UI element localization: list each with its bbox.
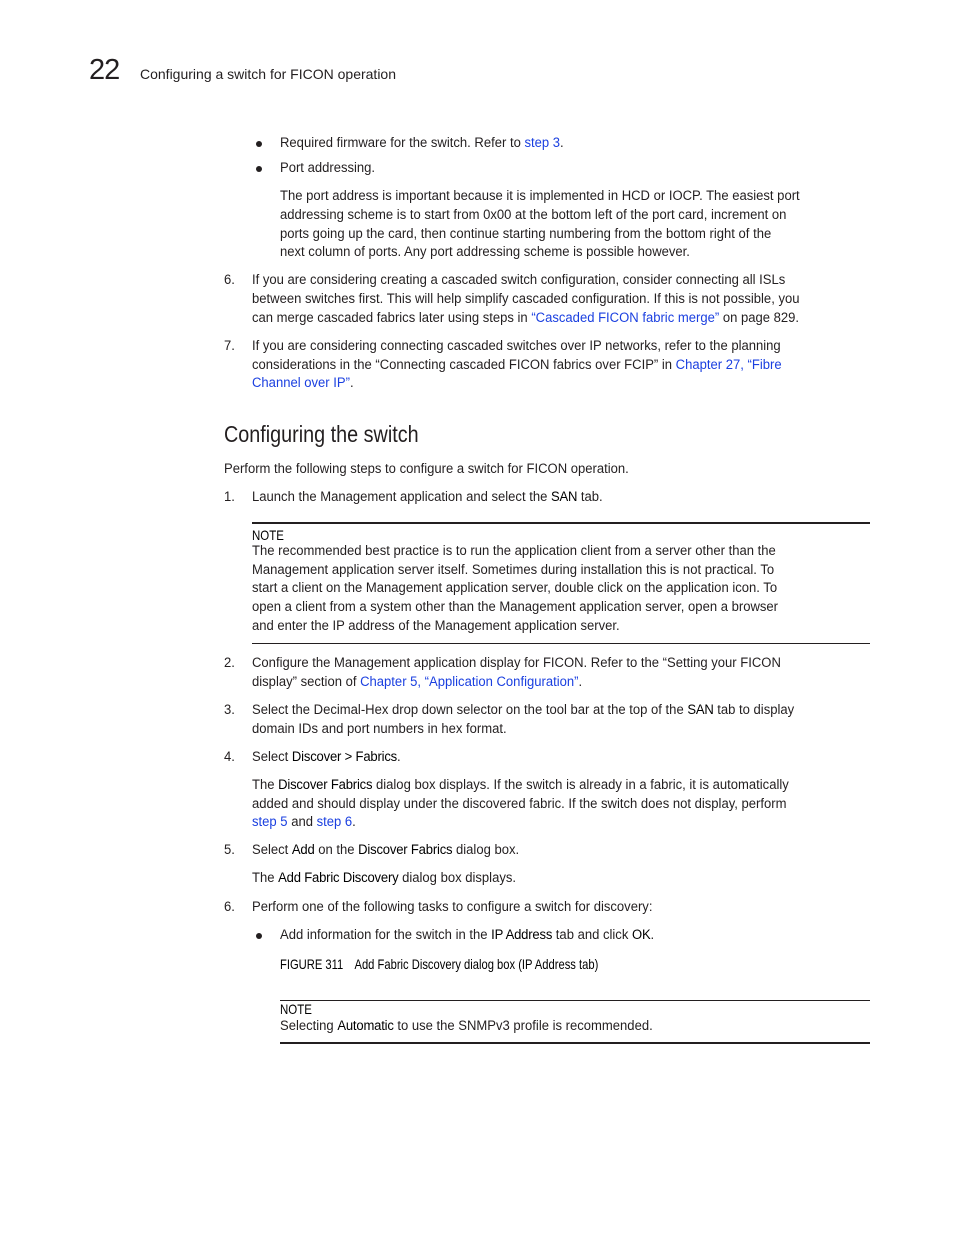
step-number: 2. [224,655,235,671]
note-text: Selecting Automatic to use the SNMPv3 pr… [280,1018,653,1034]
port-addressing-line: ports going up the card, then continue s… [280,226,772,242]
step-5-para: The Add Fabric Discovery dialog box disp… [252,870,517,886]
port-addressing-line: next column of ports. Any port addressin… [280,244,690,260]
step-1-text: Launch the Management application and se… [252,489,603,505]
step-4-para-line: step 5 and step 6. [252,814,356,830]
san-tab-ref: SAN [550,489,578,505]
pre-step-7-line: If you are considering connecting cascad… [252,338,781,354]
section-heading: Configuring the switch [224,421,419,447]
note-line: Management application server itself. So… [252,562,775,578]
note-label: NOTE [280,1001,312,1017]
note-bottom-rule [280,1042,870,1044]
step-2-line: display” section of Chapter 5, “Applicat… [252,674,583,690]
step-4-text: Select Discover > Fabrics. [252,749,401,765]
chapter-27-link[interactable]: Chapter 27, “Fibre [676,357,782,373]
figure-caption: FIGURE 311 Add Fabric Discovery dialog bo… [280,955,598,973]
bullet-icon [256,141,262,147]
section-intro: Perform the following steps to configure… [224,461,629,477]
pre-step-6-line: between switches first. This will help s… [252,291,800,307]
step-number: 7. [224,338,235,354]
step-5-text: Select Add on the Discover Fabrics dialo… [252,842,520,858]
note-line: start a client on the Management applica… [252,580,778,596]
note-bottom-rule [252,643,870,644]
step-number: 6. [224,899,235,915]
pre-step-7-line: considerations in the “Connecting cascad… [252,357,782,373]
dialog-name: Add Fabric Discovery [278,870,399,886]
bullet-icon [256,166,262,172]
pre-step-6-line: can merge cascaded fabrics later using s… [252,310,800,326]
note-top-rule [252,522,870,524]
chapter-number: 22 [89,54,120,86]
port-addressing-line: addressing scheme is to start from 0x00 … [280,207,787,223]
note-line: open a client from a system other than t… [252,599,779,615]
ok-ref: OK [631,927,651,943]
step-3-line: domain IDs and port numbers in hex forma… [252,721,507,737]
pre-step-6-line: If you are considering creating a cascad… [252,272,786,288]
step-6-bullet: Add information for the switch in the IP… [280,927,655,943]
port-addressing-line: The port address is important because it… [280,188,800,204]
cascaded-fabric-merge-link[interactable]: “Cascaded FICON fabric merge” [531,310,719,326]
note-line: and enter the IP address of the Manageme… [252,618,620,634]
step-number: 5. [224,842,235,858]
bullet-port-addressing: Port addressing. [280,160,376,176]
step-6-link[interactable]: step 6 [317,814,353,830]
figure-label: FIGURE 311 [280,956,344,972]
automatic-ref: Automatic [337,1018,394,1034]
pre-step-7-line: Channel over IP”. [252,375,354,391]
step-number: 3. [224,702,235,718]
chapter-title: Configuring a switch for FICON operation [140,66,396,82]
bullet-firmware: Required firmware for the switch. Refer … [280,135,564,151]
note-top-rule [280,1000,870,1001]
step-3-line: Select the Decimal-Hex drop down selecto… [252,702,795,718]
step-2-line: Configure the Management application dis… [252,655,781,671]
step-number: 6. [224,272,235,288]
chapter-27-link-cont[interactable]: Channel over IP” [252,375,350,391]
step-number: 1. [224,489,235,505]
note-line: The recommended best practice is to run … [252,543,776,559]
step-4-para-line: added and should display under the disco… [252,796,787,812]
ip-address-tab-ref: IP Address [491,927,553,943]
bullet-icon [256,933,262,939]
san-tab-ref: SAN [687,702,714,718]
dialog-name: Discover Fabrics [358,842,453,858]
step-4-para-line: The Discover Fabrics dialog box displays… [252,777,789,793]
menu-path: Discover > Fabrics [291,749,398,765]
figure-title: Add Fabric Discovery dialog box (IP Addr… [354,956,599,972]
step-6-text: Perform one of the following tasks to co… [252,899,653,915]
step-5-link[interactable]: step 5 [252,814,288,830]
chapter-5-link[interactable]: Chapter 5, “Application Configuration” [360,674,578,690]
step-3-link[interactable]: step 3 [524,135,560,151]
step-number: 4. [224,749,235,765]
add-ref: Add [291,842,315,858]
dialog-name: Discover Fabrics [278,777,373,793]
